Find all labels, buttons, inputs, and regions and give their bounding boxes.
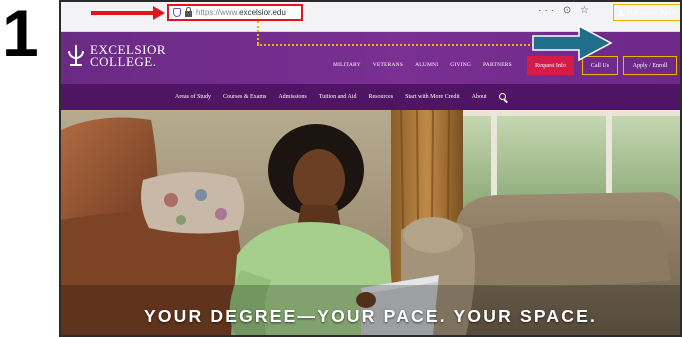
nav-veterans[interactable]: VETERANS: [373, 62, 403, 68]
logo-mark-icon: [67, 45, 85, 67]
nav-areas-of-study[interactable]: Areas of Study: [175, 94, 211, 100]
lock-icon: [185, 7, 192, 17]
dotted-annotation-connector: [257, 21, 259, 44]
excelsior-logo[interactable]: EXCELSIOR COLLEGE.: [67, 43, 166, 69]
red-annotation-arrow: [91, 11, 155, 15]
url-domain: excelsior.edu: [239, 8, 286, 17]
step-number: 1: [2, 0, 39, 70]
hero-photo: [61, 110, 680, 335]
nav-military[interactable]: MILITARY: [333, 62, 361, 68]
shield-icon: [173, 8, 181, 17]
sign-in-label: MyExcelsior Sign In: [627, 9, 677, 16]
top-nav: MILITARY VETERANS ALUMNI GIVING PARTNERS: [333, 62, 512, 68]
url-text: https://www.excelsior.edu: [196, 8, 286, 17]
browser-action-icons[interactable]: ··· ⊙ ☆: [538, 5, 592, 16]
url-host: https://www.: [196, 8, 240, 17]
apply-enroll-button[interactable]: Apply / Enroll: [623, 56, 677, 75]
nav-alumni[interactable]: ALUMNI: [415, 62, 438, 68]
nav-admissions[interactable]: Admissions: [278, 94, 306, 100]
tutorial-step: 1 https://www.excelsior.edu ··· ⊙ ☆ EXCE…: [0, 0, 682, 337]
nav-resources[interactable]: Resources: [368, 94, 393, 100]
myexcelsior-sign-in-button[interactable]: MyExcelsior Sign In: [613, 4, 680, 21]
nav-about[interactable]: About: [472, 94, 487, 100]
red-arrow-head-icon: [153, 6, 165, 20]
browser-screenshot: https://www.excelsior.edu ··· ⊙ ☆ EXCELS…: [59, 0, 682, 337]
nav-start-more-credit[interactable]: Start with More Credit: [405, 94, 460, 100]
hero-tagline: YOUR DEGREE—YOUR PACE. YOUR SPACE.: [143, 306, 598, 326]
user-icon: [618, 9, 624, 16]
secondary-nav: Areas of Study Courses & Exams Admission…: [61, 84, 680, 110]
teal-annotation-arrow-icon: [532, 24, 613, 62]
logo-line2: COLLEGE.: [90, 54, 157, 69]
nav-courses-exams[interactable]: Courses & Exams: [223, 94, 266, 100]
address-bar[interactable]: https://www.excelsior.edu: [167, 4, 303, 21]
search-icon[interactable]: [498, 92, 508, 102]
hero-banner: YOUR DEGREE—YOUR PACE. YOUR SPACE.: [61, 110, 680, 335]
nav-partners[interactable]: PARTNERS: [483, 62, 512, 68]
nav-tuition-aid[interactable]: Tuition and Aid: [319, 94, 357, 100]
nav-giving[interactable]: GIVING: [450, 62, 471, 68]
